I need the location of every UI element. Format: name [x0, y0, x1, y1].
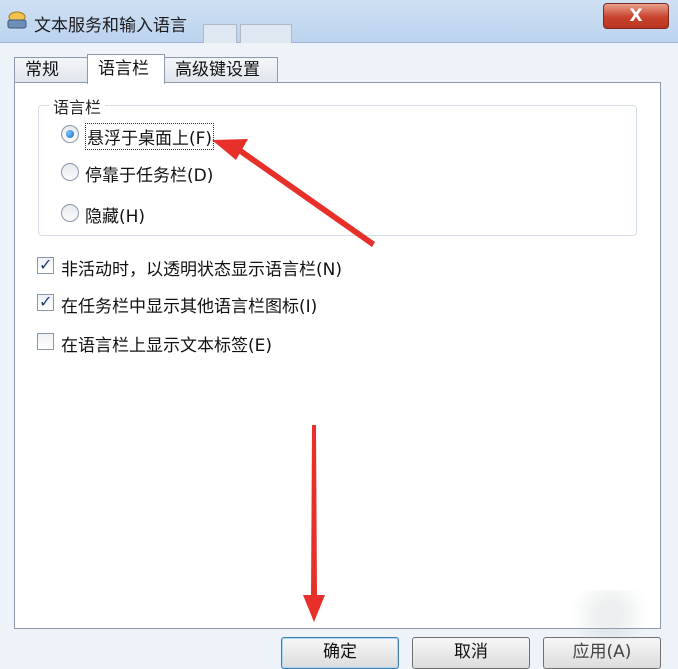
cancel-button[interactable]: 取消: [412, 637, 530, 669]
window-title: 文本服务和输入语言: [34, 16, 187, 36]
checkbox[interactable]: [37, 333, 54, 350]
option-label: 悬浮于桌面上(F): [85, 123, 215, 150]
option-label: 隐藏(H): [85, 207, 146, 227]
tab-panel: 语言栏 悬浮于桌面上(F) 停靠于任务栏(D) 隐藏(H) 非活动时，以透明状态…: [14, 82, 661, 629]
tab-label: 高级键设置: [175, 60, 260, 80]
title-bar: 文本服务和输入语言 X: [0, 0, 678, 43]
tab-language-bar[interactable]: 语言栏: [87, 54, 165, 84]
group-label: 语言栏: [49, 94, 106, 118]
tab-general[interactable]: 常规: [14, 57, 88, 83]
checkbox[interactable]: [37, 292, 54, 311]
option-label: 非活动时，以透明状态显示语言栏(N): [61, 260, 342, 280]
checkbox[interactable]: [37, 255, 54, 274]
language-bar-group: 语言栏 悬浮于桌面上(F) 停靠于任务栏(D) 隐藏(H): [38, 94, 637, 236]
watermark: [560, 590, 660, 640]
radio-button[interactable]: [61, 204, 79, 222]
ok-button[interactable]: 确定: [281, 637, 399, 669]
tab-advanced-key-settings[interactable]: 高级键设置: [164, 57, 278, 83]
apply-button[interactable]: 应用(A): [543, 637, 661, 669]
radio-button[interactable]: [61, 125, 79, 143]
option-label: 停靠于任务栏(D): [85, 166, 214, 186]
background-tab: [240, 24, 292, 43]
tab-label: 语言栏: [98, 59, 149, 79]
close-button[interactable]: X: [603, 3, 669, 29]
background-tab: [203, 24, 237, 43]
radio-button[interactable]: [61, 163, 79, 181]
close-icon: X: [629, 6, 643, 26]
option-label: 在任务栏中显示其他语言栏图标(I): [61, 297, 318, 317]
tab-label: 常规: [25, 60, 59, 80]
option-label: 在语言栏上显示文本标签(E): [61, 336, 273, 356]
keyboard-language-icon: [7, 11, 27, 29]
